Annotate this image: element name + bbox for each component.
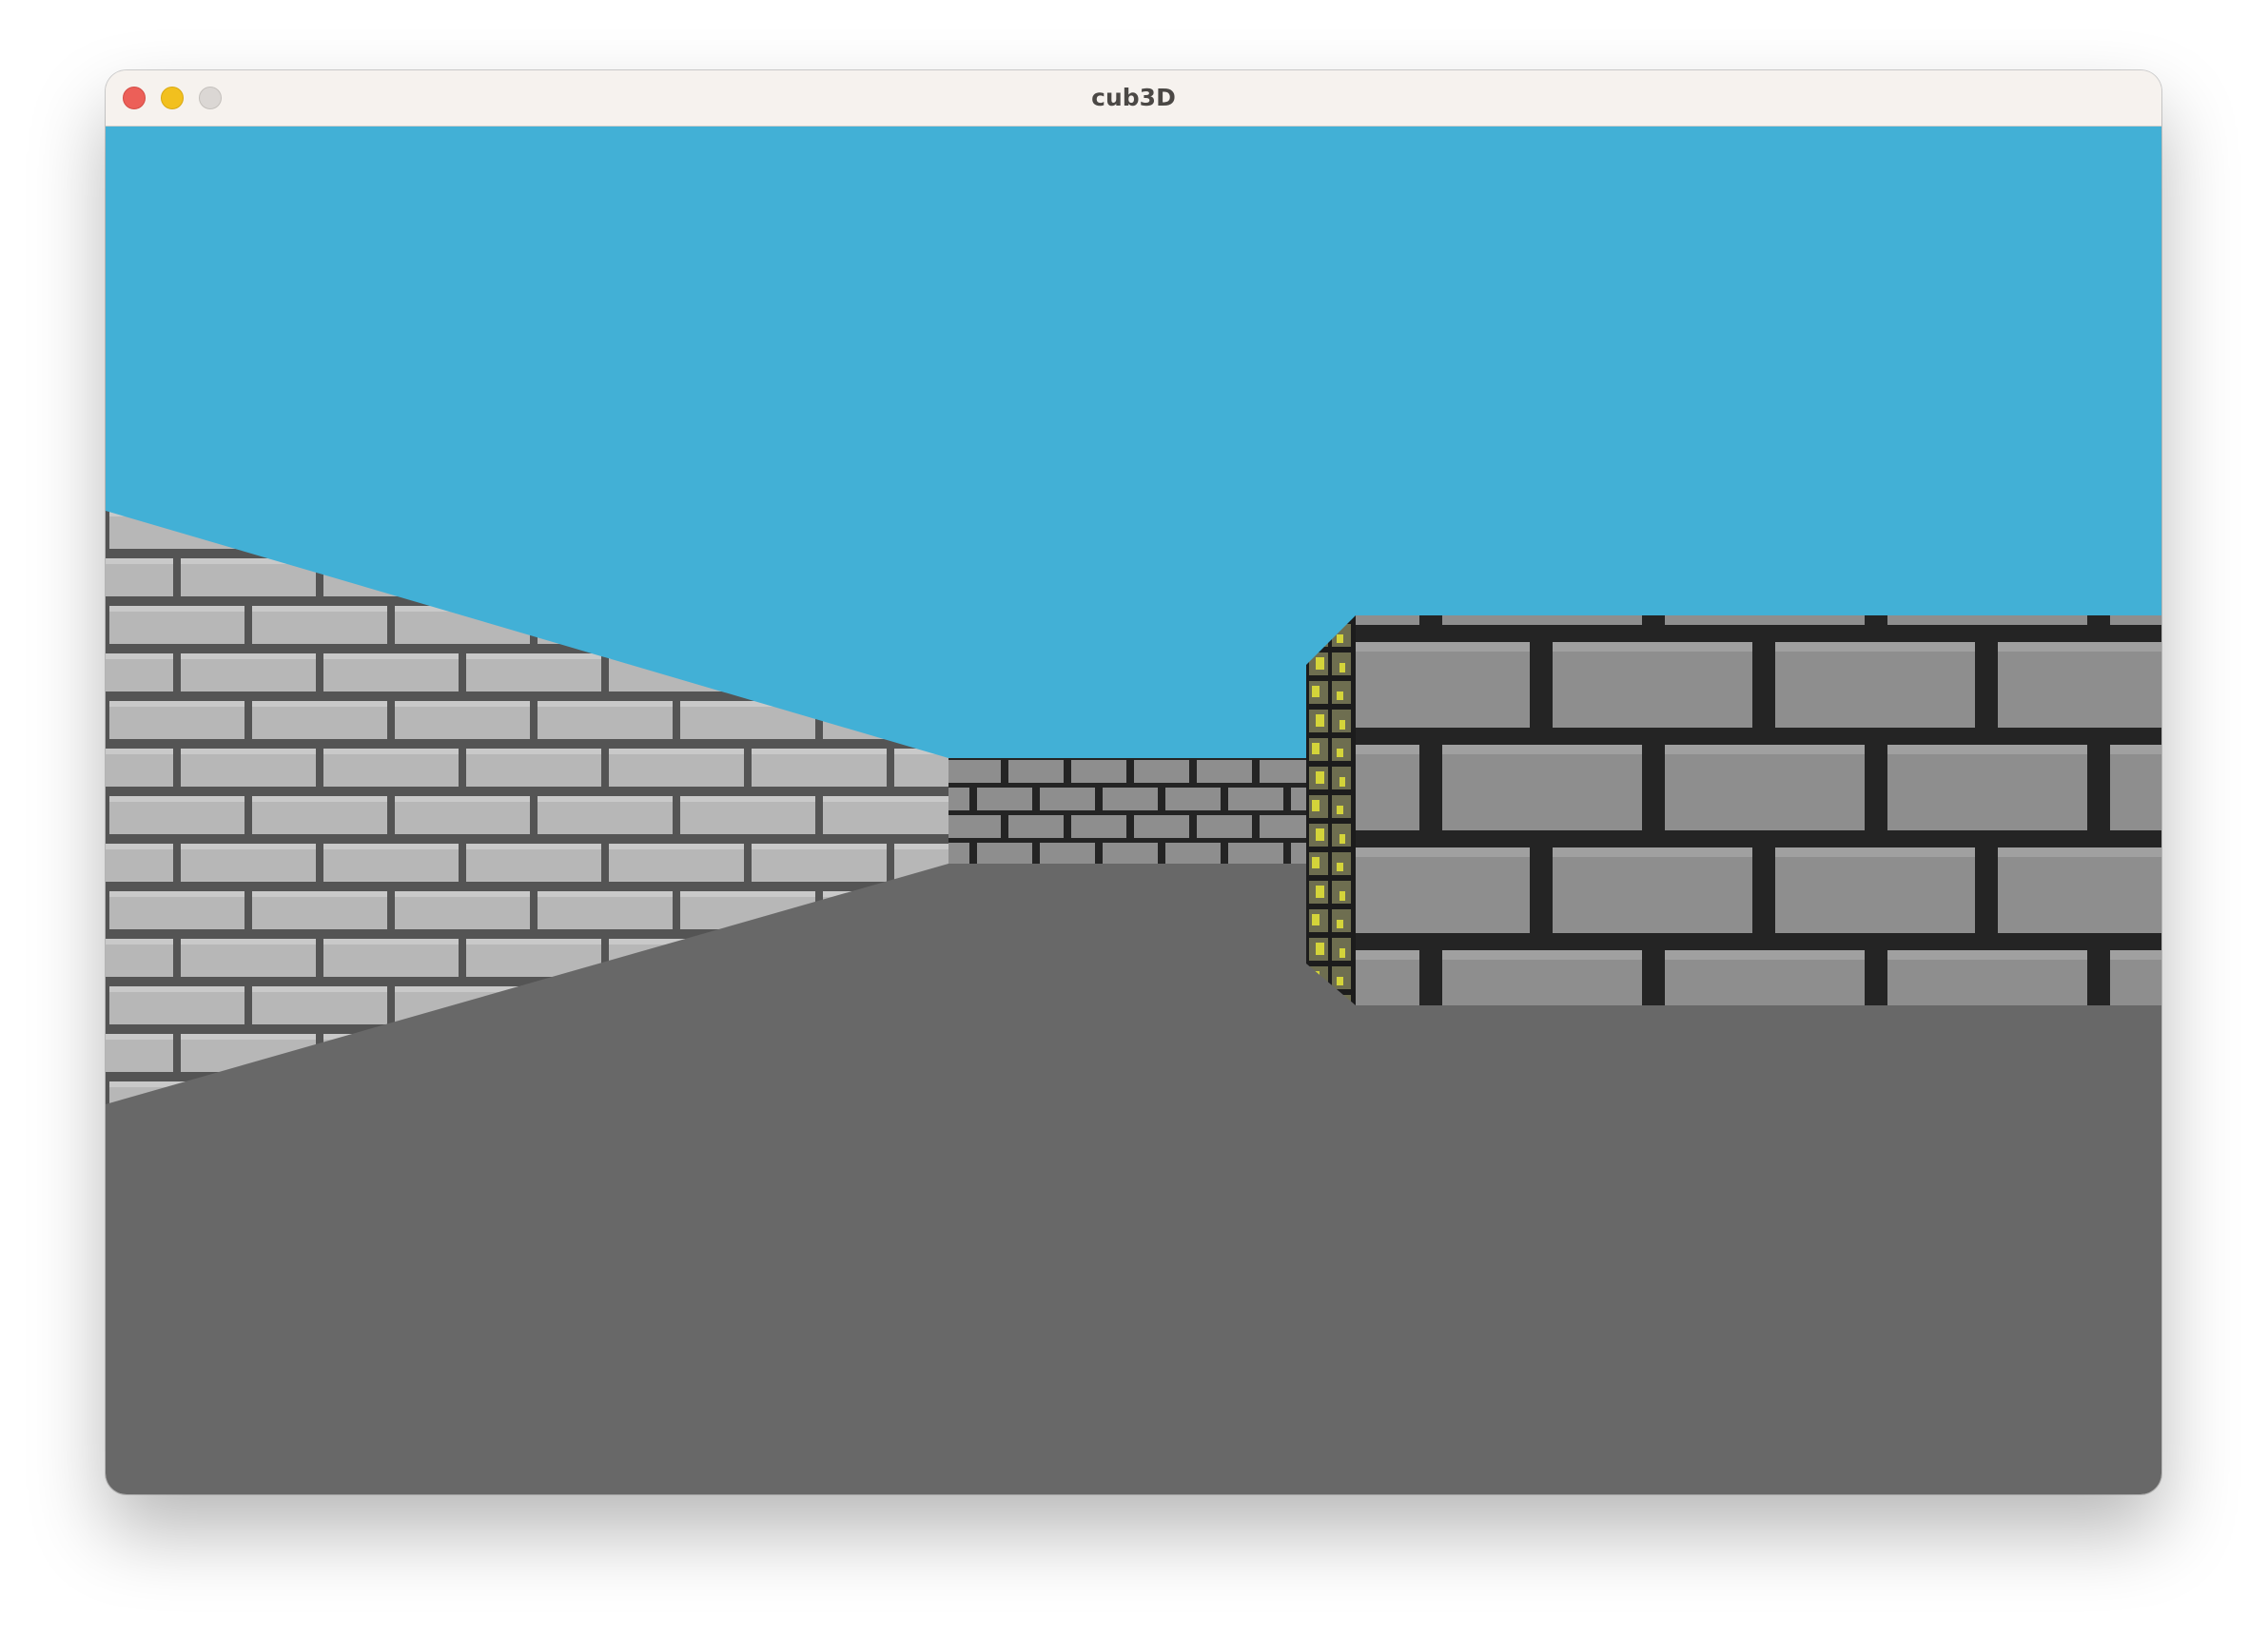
- game-window: cub3D: [106, 70, 2161, 1494]
- far-wall: [948, 758, 1306, 864]
- window-title: cub3D: [1091, 84, 1176, 111]
- window-titlebar[interactable]: cub3D: [106, 70, 2161, 127]
- game-viewport[interactable]: [106, 127, 2161, 1494]
- side-wall-mossy: [1306, 615, 1356, 1005]
- raycast-scene: [106, 127, 2161, 1494]
- right-wall: [1356, 615, 2161, 1005]
